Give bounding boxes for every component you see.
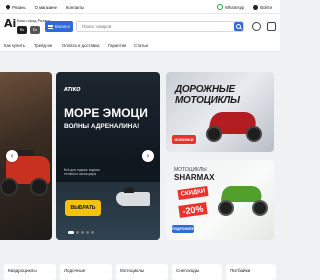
discount-badge: -20% xyxy=(178,202,208,218)
slider-dot[interactable] xyxy=(91,231,94,234)
jetski-image xyxy=(116,187,150,206)
promo-road-motorcycles[interactable]: ДОРОЖНЫЕ МОТОЦИКЛЫ НОВИНКИ xyxy=(166,72,274,152)
category-card[interactable]: Квадроциклы xyxy=(4,264,56,280)
contacts-link[interactable]: Контакты xyxy=(66,5,84,10)
hero-promo-text: Всё для отдыха: водная техника и аксессу… xyxy=(64,168,100,176)
motorcycle-wheel xyxy=(246,126,262,142)
hero-brand: ATIKO xyxy=(64,87,81,93)
promo-title: ДОРОЖНЫЕ МОТОЦИКЛЫ xyxy=(175,84,240,106)
nav-item-articles[interactable]: Статьи xyxy=(134,43,148,48)
nav-item-delivery[interactable]: Оплата и доставка xyxy=(62,43,100,48)
slider-dot[interactable] xyxy=(68,231,74,234)
city-label: Рязань xyxy=(12,4,26,10)
whatsapp-link[interactable]: WhatsApp xyxy=(216,4,245,10)
menu-icon xyxy=(47,24,53,29)
choose-button[interactable]: ВЫБРАТЬ xyxy=(65,200,101,216)
city-selector[interactable]: Рязань xyxy=(6,5,26,10)
more-button[interactable]: ПОДРОБНЕЕ xyxy=(172,225,194,233)
search-button[interactable] xyxy=(234,22,243,31)
promo-sharmax[interactable]: МОТОЦИКЛЫ SHARMAX СКИДКИ -20% ПОДРОБНЕЕ xyxy=(166,160,274,240)
catalog-label: Каталог xyxy=(54,24,71,29)
logo[interactable]: Ai xyxy=(4,17,16,31)
search-input[interactable] xyxy=(76,21,244,32)
dirtbike-wheel xyxy=(218,200,234,216)
category-card[interactable]: Снегоходы xyxy=(172,264,222,280)
login-label: Войти xyxy=(260,4,272,10)
compare-icon[interactable] xyxy=(252,22,261,31)
category-card[interactable]: Лодочные xyxy=(60,264,112,280)
hero-headline: МОРЕ ЭМОЦИ xyxy=(64,106,148,120)
lang-en-button[interactable]: En xyxy=(30,26,40,34)
chevron-right-icon[interactable]: › xyxy=(142,150,154,162)
about-link[interactable]: О магазине xyxy=(35,5,57,10)
whatsapp-icon xyxy=(216,4,223,10)
cart-icon[interactable] xyxy=(267,22,276,31)
header-icons xyxy=(252,22,276,31)
nav-item-trade-in[interactable]: Трейд-ин xyxy=(34,43,52,48)
hero-subheadline: ВОЛНЫ АДРЕНАЛИНА! xyxy=(64,123,140,130)
atv-wheel xyxy=(0,178,18,196)
secondary-nav: Как купить Трейд-ин Оплата и доставка Га… xyxy=(0,40,280,52)
login-link[interactable]: Войти xyxy=(253,4,272,10)
sale-badge: СКИДКИ xyxy=(177,185,209,201)
atv-wheel xyxy=(30,178,48,196)
category-card[interactable]: Питбайки xyxy=(226,264,276,280)
catalog-button[interactable]: Каталог xyxy=(45,21,73,32)
lang-ru-button[interactable]: Ru xyxy=(17,26,27,34)
whatsapp-label: WhatsApp xyxy=(224,4,245,10)
slider-dot[interactable] xyxy=(86,231,89,234)
new-badge: НОВИНКИ xyxy=(172,135,196,144)
promo-brand: SHARMAX xyxy=(174,173,215,182)
dirtbike-wheel xyxy=(252,200,268,216)
category-card[interactable]: Мотоциклы xyxy=(116,264,168,280)
nav-item-warranty[interactable]: Гарантия xyxy=(108,43,126,48)
category-strip: Квадроциклы Лодочные Мотоциклы Снегоходы… xyxy=(0,264,280,280)
motorcycle-wheel xyxy=(206,126,222,142)
top-bar: Рязань О магазине Контакты WhatsApp Войт… xyxy=(0,0,280,14)
nav-item-how-to-buy[interactable]: Как купить xyxy=(4,43,25,48)
slider-dot[interactable] xyxy=(76,231,79,234)
slider-dots xyxy=(68,231,94,234)
location-pin-icon xyxy=(6,5,10,10)
language-switch: Ru En xyxy=(17,26,40,34)
chevron-left-icon[interactable]: ‹ xyxy=(6,150,18,162)
user-icon xyxy=(253,4,259,10)
slider-dot[interactable] xyxy=(81,231,84,234)
